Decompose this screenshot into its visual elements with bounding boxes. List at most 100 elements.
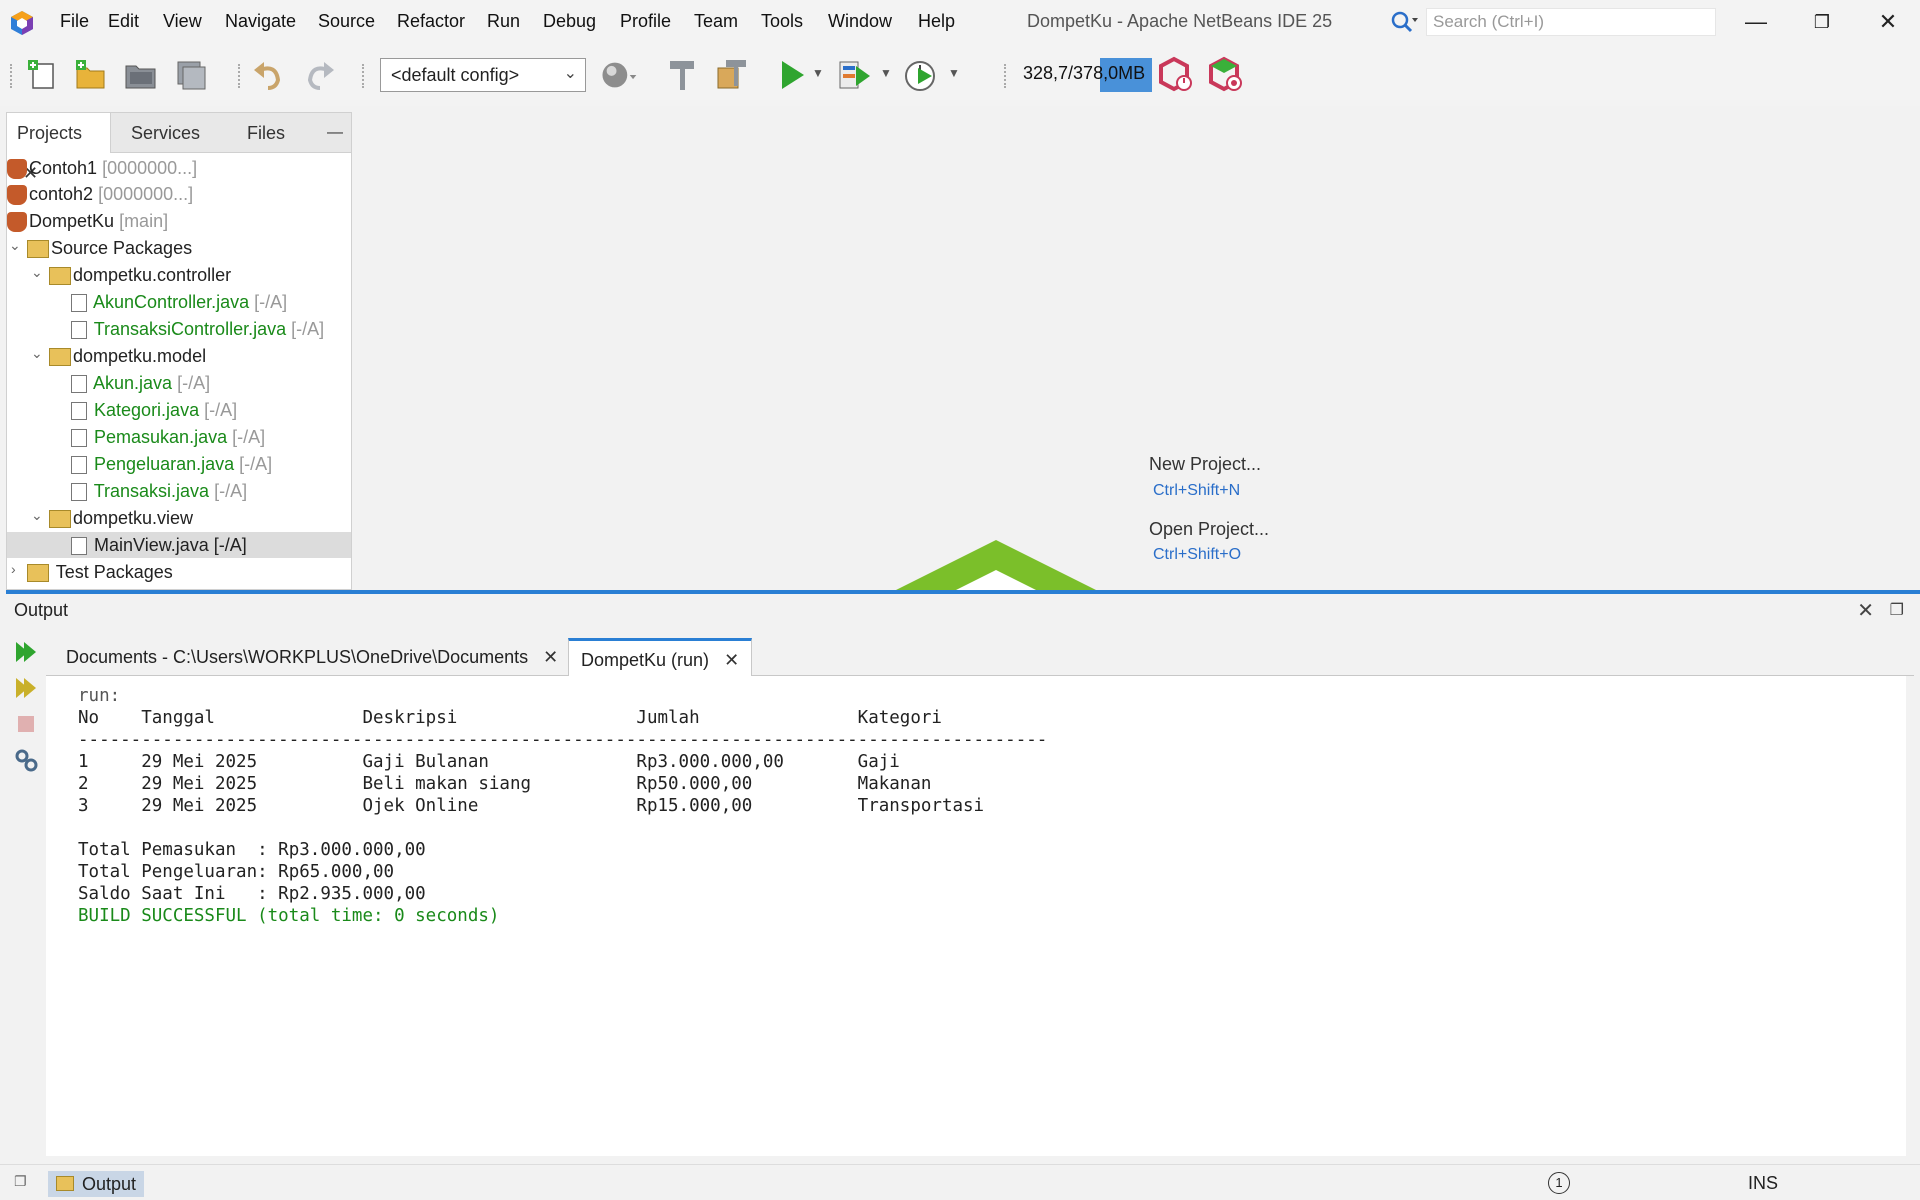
tree-project-dompetku[interactable]: DompetKu [main] xyxy=(7,208,168,234)
run-dropdown-icon[interactable]: ▼ xyxy=(812,66,824,80)
run-project-icon[interactable] xyxy=(774,56,812,94)
minimize-panel-icon[interactable]: — xyxy=(317,113,351,153)
window-list-icon[interactable]: ❐ xyxy=(14,1173,27,1190)
search-input[interactable]: Search (Ctrl+I) xyxy=(1426,8,1716,36)
console-line: 2 29 Mei 2025 Beli makan siang Rp50.000,… xyxy=(78,774,932,794)
menu-refactor[interactable]: Refactor xyxy=(397,11,465,32)
rerun-icon[interactable] xyxy=(12,638,40,666)
rerun-with-params-icon[interactable] xyxy=(12,674,40,702)
menu-run[interactable]: Run xyxy=(487,11,520,32)
build-hammer-icon[interactable] xyxy=(664,56,702,94)
profile-project-icon[interactable] xyxy=(902,56,940,94)
tab-files[interactable]: Files xyxy=(237,113,295,153)
build-status-line: BUILD SUCCESSFUL (total time: 0 seconds) xyxy=(78,906,500,926)
projects-panel: Projects ✕ Services Files — Contoh1 [000… xyxy=(6,112,352,590)
stop-icon[interactable] xyxy=(12,710,40,738)
tree-source-packages[interactable]: Source Packages xyxy=(27,235,192,261)
output-tabs: Documents - C:\Users\WORKPLUS\OneDrive\D… xyxy=(46,634,1914,676)
editor-welcome-area: New Project... Ctrl+Shift+N Open Project… xyxy=(356,112,1920,590)
tree-file-akun[interactable]: Akun.java [-/A] xyxy=(71,370,210,396)
tree-file-pengeluaran[interactable]: Pengeluaran.java [-/A] xyxy=(71,451,272,477)
tree-file-akuncontroller[interactable]: AkunController.java [-/A] xyxy=(71,289,287,315)
menu-profile[interactable]: Profile xyxy=(620,11,671,32)
project-branch: [0000000...] xyxy=(98,184,194,204)
menu-debug[interactable]: Debug xyxy=(543,11,596,32)
java-file-icon xyxy=(71,375,87,394)
chevron-down-icon[interactable]: ⌄ xyxy=(31,507,45,524)
package-label: dompetku.controller xyxy=(73,265,232,285)
gc-profiler-icon[interactable] xyxy=(1158,56,1196,94)
notifications-icon[interactable]: 1 xyxy=(1548,1172,1570,1194)
tree-file-mainview[interactable]: MainView.java [-/A] xyxy=(7,532,351,558)
save-all-icon[interactable] xyxy=(172,56,210,94)
package-folder-icon xyxy=(27,564,49,583)
tree-package-model[interactable]: dompetku.model xyxy=(49,343,206,369)
open-project-shortcut: Ctrl+Shift+O xyxy=(1153,546,1242,563)
test-packages-label: Test Packages xyxy=(55,562,173,582)
snapshot-profiler-icon[interactable] xyxy=(1208,56,1246,94)
title-menu-bar: File Edit View Navigate Source Refactor … xyxy=(0,0,1920,46)
tree-project-contoh2[interactable]: contoh2 [0000000...] xyxy=(7,181,193,207)
clean-build-icon[interactable] xyxy=(714,56,752,94)
panel-tabs: Projects ✕ Services Files — xyxy=(7,113,351,183)
restore-output-icon[interactable]: ❐ xyxy=(1890,600,1904,620)
open-project-link[interactable]: Open Project... xyxy=(1149,519,1269,540)
close-window-button[interactable]: ✕ xyxy=(1868,6,1908,38)
menu-navigate[interactable]: Navigate xyxy=(225,11,296,32)
status-output-button[interactable]: Output xyxy=(48,1171,145,1197)
package-icon xyxy=(49,267,71,286)
undo-icon[interactable] xyxy=(250,56,288,94)
browser-globe-icon[interactable] xyxy=(600,56,638,94)
menu-help[interactable]: Help xyxy=(918,11,955,32)
menu-edit[interactable]: Edit xyxy=(108,11,139,32)
open-project-icon[interactable] xyxy=(122,56,160,94)
menu-file[interactable]: File xyxy=(60,11,89,32)
file-name: TransaksiController.java xyxy=(93,319,287,339)
java-project-icon xyxy=(7,159,27,180)
chevron-down-icon[interactable]: ⌄ xyxy=(31,345,45,362)
tree-file-pemasukan[interactable]: Pemasukan.java [-/A] xyxy=(71,424,265,450)
tree-project-contoh1[interactable]: Contoh1 [0000000...] xyxy=(7,155,197,181)
tree-file-transaksi[interactable]: Transaksi.java [-/A] xyxy=(71,478,247,504)
new-project-link[interactable]: New Project... xyxy=(1149,454,1261,475)
tree-package-controller[interactable]: dompetku.controller xyxy=(49,262,231,288)
output-console[interactable]: run: No Tanggal Deskripsi Jumlah Kategor… xyxy=(46,676,1906,1156)
memory-usage-label[interactable]: 328,7/378,0MB xyxy=(1023,63,1145,84)
chevron-right-icon[interactable]: › xyxy=(11,561,25,577)
debug-project-icon[interactable] xyxy=(836,56,874,94)
menu-view[interactable]: View xyxy=(163,11,202,32)
new-file-icon[interactable] xyxy=(24,56,62,94)
debug-dropdown-icon[interactable]: ▼ xyxy=(880,66,892,80)
chevron-down-icon[interactable]: ⌄ xyxy=(31,264,45,281)
tree-package-view[interactable]: dompetku.view xyxy=(49,505,193,531)
menu-tools[interactable]: Tools xyxy=(761,11,803,32)
config-select[interactable]: <default config> ⌄ xyxy=(380,58,586,92)
profile-dropdown-icon[interactable]: ▼ xyxy=(948,66,960,80)
tree-test-packages[interactable]: Test Packages xyxy=(27,559,173,585)
tab-projects[interactable]: Projects ✕ xyxy=(7,113,111,183)
tab-documents[interactable]: Documents - C:\Users\WORKPLUS\OneDrive\D… xyxy=(54,638,570,676)
restore-button[interactable]: ❐ xyxy=(1802,6,1842,38)
console-line: Saldo Saat Ini : Rp2.935.000,00 xyxy=(78,884,426,904)
close-tab-icon[interactable]: ✕ xyxy=(724,650,739,670)
redo-icon[interactable] xyxy=(300,56,338,94)
close-tab-icon[interactable]: ✕ xyxy=(543,647,558,667)
output-panel: Output ✕ ❐ Documents - C:\Users\WORKPLUS… xyxy=(6,594,1914,1162)
menu-team[interactable]: Team xyxy=(694,11,738,32)
main-toolbar: <default config> ⌄ ▼ ▼ ▼ 328,7/378,0MB xyxy=(0,46,1920,106)
close-output-icon[interactable]: ✕ xyxy=(1857,598,1874,623)
tree-file-transaksicontroller[interactable]: TransaksiController.java [-/A] xyxy=(71,316,324,342)
menu-window[interactable]: Window xyxy=(828,11,892,32)
minimize-button[interactable]: — xyxy=(1736,6,1776,38)
tab-services[interactable]: Services xyxy=(121,113,210,153)
menu-source[interactable]: Source xyxy=(318,11,375,32)
search-icon[interactable] xyxy=(1390,10,1420,34)
settings-icon[interactable] xyxy=(12,746,40,774)
package-icon xyxy=(49,348,71,367)
file-name: Pengeluaran.java xyxy=(94,454,235,474)
file-name: AkunController.java xyxy=(93,292,250,312)
tab-dompetku-run[interactable]: DompetKu (run) ✕ xyxy=(568,638,753,676)
tree-file-kategori[interactable]: Kategori.java [-/A] xyxy=(71,397,237,423)
chevron-down-icon[interactable]: ⌄ xyxy=(9,237,23,254)
new-project-icon[interactable] xyxy=(72,56,110,94)
